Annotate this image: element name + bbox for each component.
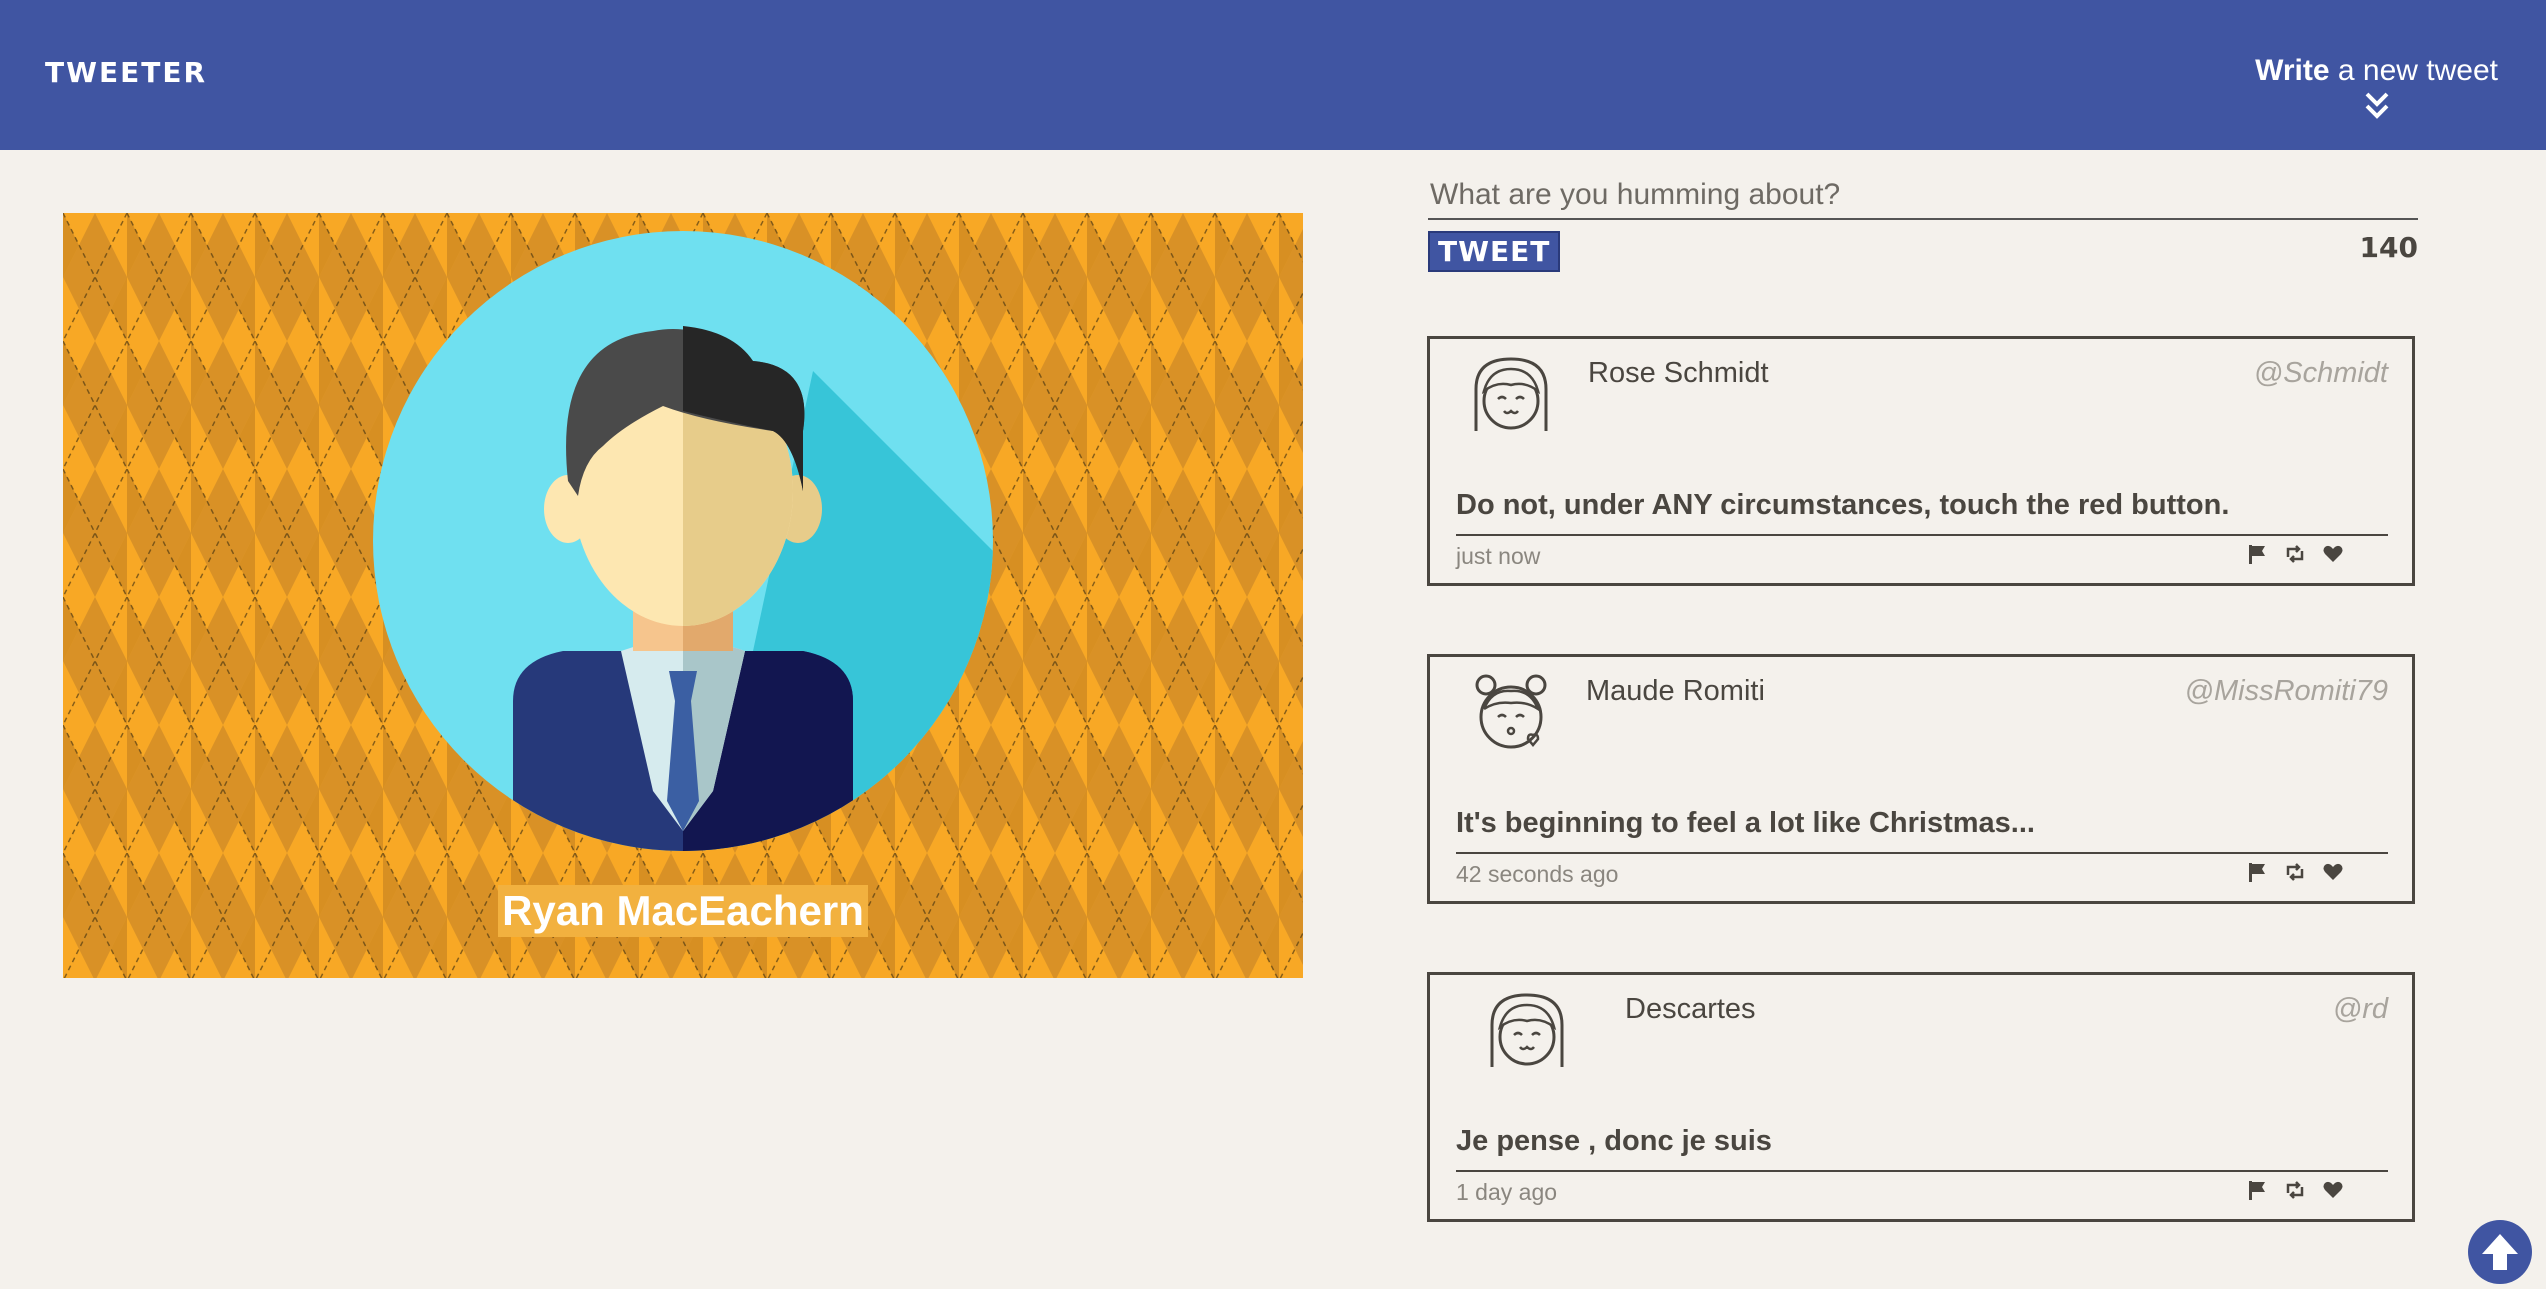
girl-buns-kiss-face-icon [1475,674,1547,749]
tweet-divider [1456,852,2388,854]
heart-icon[interactable] [2322,543,2344,565]
write-new-tweet-toggle[interactable]: Write a new tweet [2255,54,2498,122]
tweet-author-handle[interactable]: @MissRomiti79 [2185,675,2388,708]
tweet-timestamp: 42 seconds ago [1456,861,1619,887]
brand-logo[interactable]: TWEETER [45,56,207,89]
tweet-submit-button[interactable]: TWEET [1428,231,1561,272]
scroll-to-top-button[interactable] [2468,1220,2532,1284]
tweet-content: It's beginning to feel a lot like Christ… [1456,807,2035,839]
tweet-card: Maude Romiti @MissRomiti79 It's beginnin… [1427,654,2415,904]
flag-icon[interactable] [2246,1179,2268,1201]
tweet-content: Je pense , donc je suis [1456,1125,1772,1157]
tweet-author-name[interactable]: Descartes [1625,993,1756,1026]
flag-icon[interactable] [2246,861,2268,883]
girl-bangs-face-icon [1474,357,1548,431]
tweet-actions [2246,543,2344,565]
retweet-icon[interactable] [2284,1179,2306,1201]
top-navbar: TWEETER Write a new tweet [0,0,2546,150]
tweet-divider [1456,534,2388,536]
retweet-icon[interactable] [2284,861,2306,883]
tweet-actions [2246,861,2344,883]
tweet-timestamp: 1 day ago [1456,1179,1558,1205]
tweet-card: Descartes @rd Je pense , donc je suis 1 … [1427,972,2415,1222]
girl-bangs-face-icon [1490,993,1564,1067]
double-chevron-down-icon [2365,92,2388,119]
tweet-composer: TWEET 140 [1428,176,2418,272]
tweet-card: Rose Schmidt @Schmidt Do not, under ANY … [1427,336,2415,586]
char-counter: 140 [2359,231,2418,264]
profile-name: Ryan MacEachern [63,885,1303,937]
profile-card: Ryan MacEachern [63,213,1303,978]
heart-icon[interactable] [2322,1179,2344,1201]
heart-icon[interactable] [2322,861,2344,883]
tweet-author-name[interactable]: Maude Romiti [1586,675,1765,708]
tweet-content: Do not, under ANY circumstances, touch t… [1456,489,2230,521]
user-avatar [373,231,993,851]
write-new-tweet-label: Write a new tweet [2255,54,2498,87]
tweet-timestamp: just now [1456,543,1541,569]
flag-icon[interactable] [2246,543,2268,565]
tweet-author-handle[interactable]: @Schmidt [2254,357,2388,390]
arrow-up-icon [2482,1234,2518,1270]
tweet-divider [1456,1170,2388,1172]
tweet-input[interactable] [1428,176,2418,220]
tweet-author-name[interactable]: Rose Schmidt [1588,357,1769,390]
retweet-icon[interactable] [2284,543,2306,565]
tweet-author-handle[interactable]: @rd [2333,993,2388,1026]
tweet-actions [2246,1179,2344,1201]
